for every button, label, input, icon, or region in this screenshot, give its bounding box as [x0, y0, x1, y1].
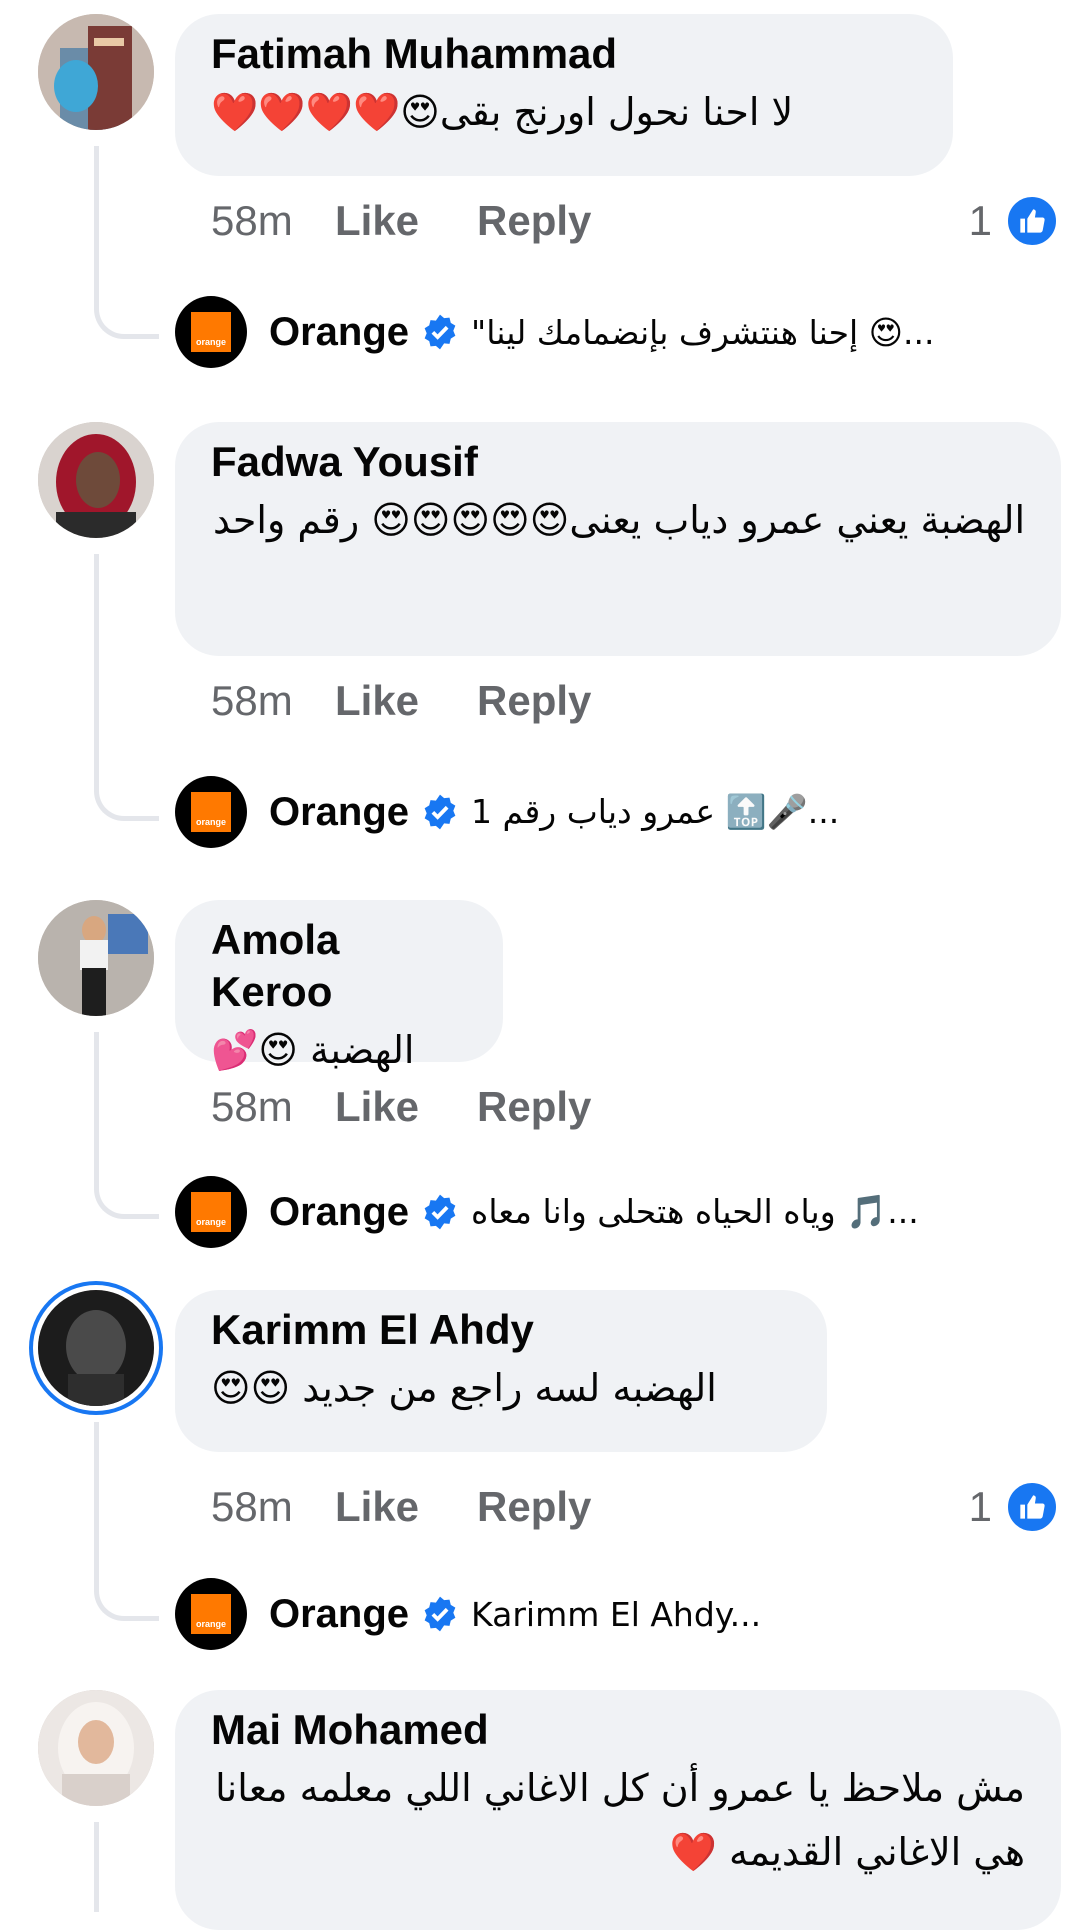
comment-bubble: Fatimah Muhammad لا احنا نحول اورنج بقى😍… — [175, 14, 953, 176]
avatar[interactable] — [38, 1690, 154, 1806]
reply-author[interactable]: Orange — [269, 790, 409, 835]
orange-logo-avatar[interactable]: orange — [175, 1176, 247, 1248]
thread-line — [94, 1422, 159, 1621]
reply-text: عمرو دياب رقم 1 🔝🎤... — [471, 792, 840, 831]
like-button[interactable]: Like — [335, 1483, 477, 1531]
thumbs-up-icon — [1006, 195, 1058, 247]
comment-text: الهضبه لسه راجع من جديد 😍😍 — [211, 1366, 717, 1410]
reply-text: Karimm El Ahdy... — [471, 1594, 762, 1634]
comment-author[interactable]: Mai Mohamed — [211, 1704, 1025, 1756]
comment-bubble: Amola Keroo الهضبة 😍💕 — [175, 900, 503, 1072]
reply-text: وياه الحياه هتحلى وانا معاه 🎵... — [471, 1192, 919, 1231]
reply-button[interactable]: Reply — [477, 1083, 591, 1131]
comment-author[interactable]: Fatimah Muhammad — [211, 28, 917, 80]
reaction-count: 1 — [968, 197, 992, 244]
verified-badge-icon — [424, 1596, 456, 1632]
reply-author[interactable]: Orange — [269, 310, 409, 355]
avatar[interactable] — [38, 1290, 154, 1406]
orange-logo-avatar[interactable]: orange — [175, 296, 247, 368]
thread-line — [94, 554, 159, 821]
comment-text: لا احنا نحول اورنج بقى😍❤️❤️❤️❤️ — [211, 90, 794, 134]
comment-text: مش ملاحظ يا عمرو أن كل الاغاني اللي معلم… — [203, 1766, 1025, 1874]
comment-author[interactable]: Karimm El Ahdy — [211, 1304, 791, 1356]
reply-author[interactable]: Orange — [269, 1190, 409, 1235]
like-button[interactable]: Like — [335, 197, 477, 245]
comment-author[interactable]: Amola Keroo — [211, 914, 467, 1018]
reaction-summary[interactable]: 1 — [968, 195, 1058, 247]
reply-preview[interactable]: orange Orange "إحنا هنتشرف بإنضمامك لينا… — [175, 296, 935, 368]
thread-line — [94, 1032, 159, 1219]
like-button[interactable]: Like — [335, 1083, 477, 1131]
comment-bubble: Mai Mohamed مش ملاحظ يا عمرو أن كل الاغا… — [175, 1690, 1061, 1930]
reply-preview[interactable]: orange Orange عمرو دياب رقم 1 🔝🎤... — [175, 776, 839, 848]
comment-time[interactable]: 58m — [211, 1083, 335, 1131]
comment-bubble: Fadwa Yousif الهضبة يعني عمرو دياب يعنى😍… — [175, 422, 1061, 656]
thread-line — [94, 1822, 159, 1912]
verified-badge-icon — [424, 1194, 456, 1230]
comment-text: الهضبة يعني عمرو دياب يعنى😍😍😍😍😍 رقم واحد — [212, 498, 1025, 542]
comment-text: الهضبة 😍💕 — [211, 1028, 415, 1072]
verified-badge-icon — [424, 314, 456, 350]
orange-logo-avatar[interactable]: orange — [175, 1578, 247, 1650]
reply-button[interactable]: Reply — [477, 1483, 591, 1531]
reply-preview[interactable]: orange Orange وياه الحياه هتحلى وانا معا… — [175, 1176, 919, 1248]
comment-actions: 58m Like Reply — [211, 676, 591, 726]
reaction-summary[interactable]: 1 — [968, 1481, 1058, 1533]
thread-line — [94, 146, 159, 339]
like-button[interactable]: Like — [335, 677, 477, 725]
reply-author[interactable]: Orange — [269, 1592, 409, 1637]
comment-bubble: Karimm El Ahdy الهضبه لسه راجع من جديد 😍… — [175, 1290, 827, 1452]
comment-actions: 58m Like Reply — [211, 196, 591, 246]
reply-button[interactable]: Reply — [477, 197, 591, 245]
comment-time[interactable]: 58m — [211, 1483, 335, 1531]
comment-time[interactable]: 58m — [211, 677, 335, 725]
reply-button[interactable]: Reply — [477, 677, 591, 725]
reply-preview[interactable]: orange Orange Karimm El Ahdy... — [175, 1578, 761, 1650]
avatar[interactable] — [38, 900, 154, 1016]
comment-actions: 58m Like Reply — [211, 1082, 591, 1132]
reply-text: "إحنا هنتشرف بإنضمامك لينا 😍... — [471, 312, 935, 352]
orange-logo-avatar[interactable]: orange — [175, 776, 247, 848]
thumbs-up-icon — [1006, 1481, 1058, 1533]
comment-actions: 58m Like Reply — [211, 1482, 591, 1532]
avatar[interactable] — [38, 14, 154, 130]
reaction-count: 1 — [968, 1483, 992, 1530]
comment-author[interactable]: Fadwa Yousif — [211, 436, 1025, 488]
avatar[interactable] — [38, 422, 154, 538]
comment-time[interactable]: 58m — [211, 197, 335, 245]
verified-badge-icon — [424, 794, 456, 830]
